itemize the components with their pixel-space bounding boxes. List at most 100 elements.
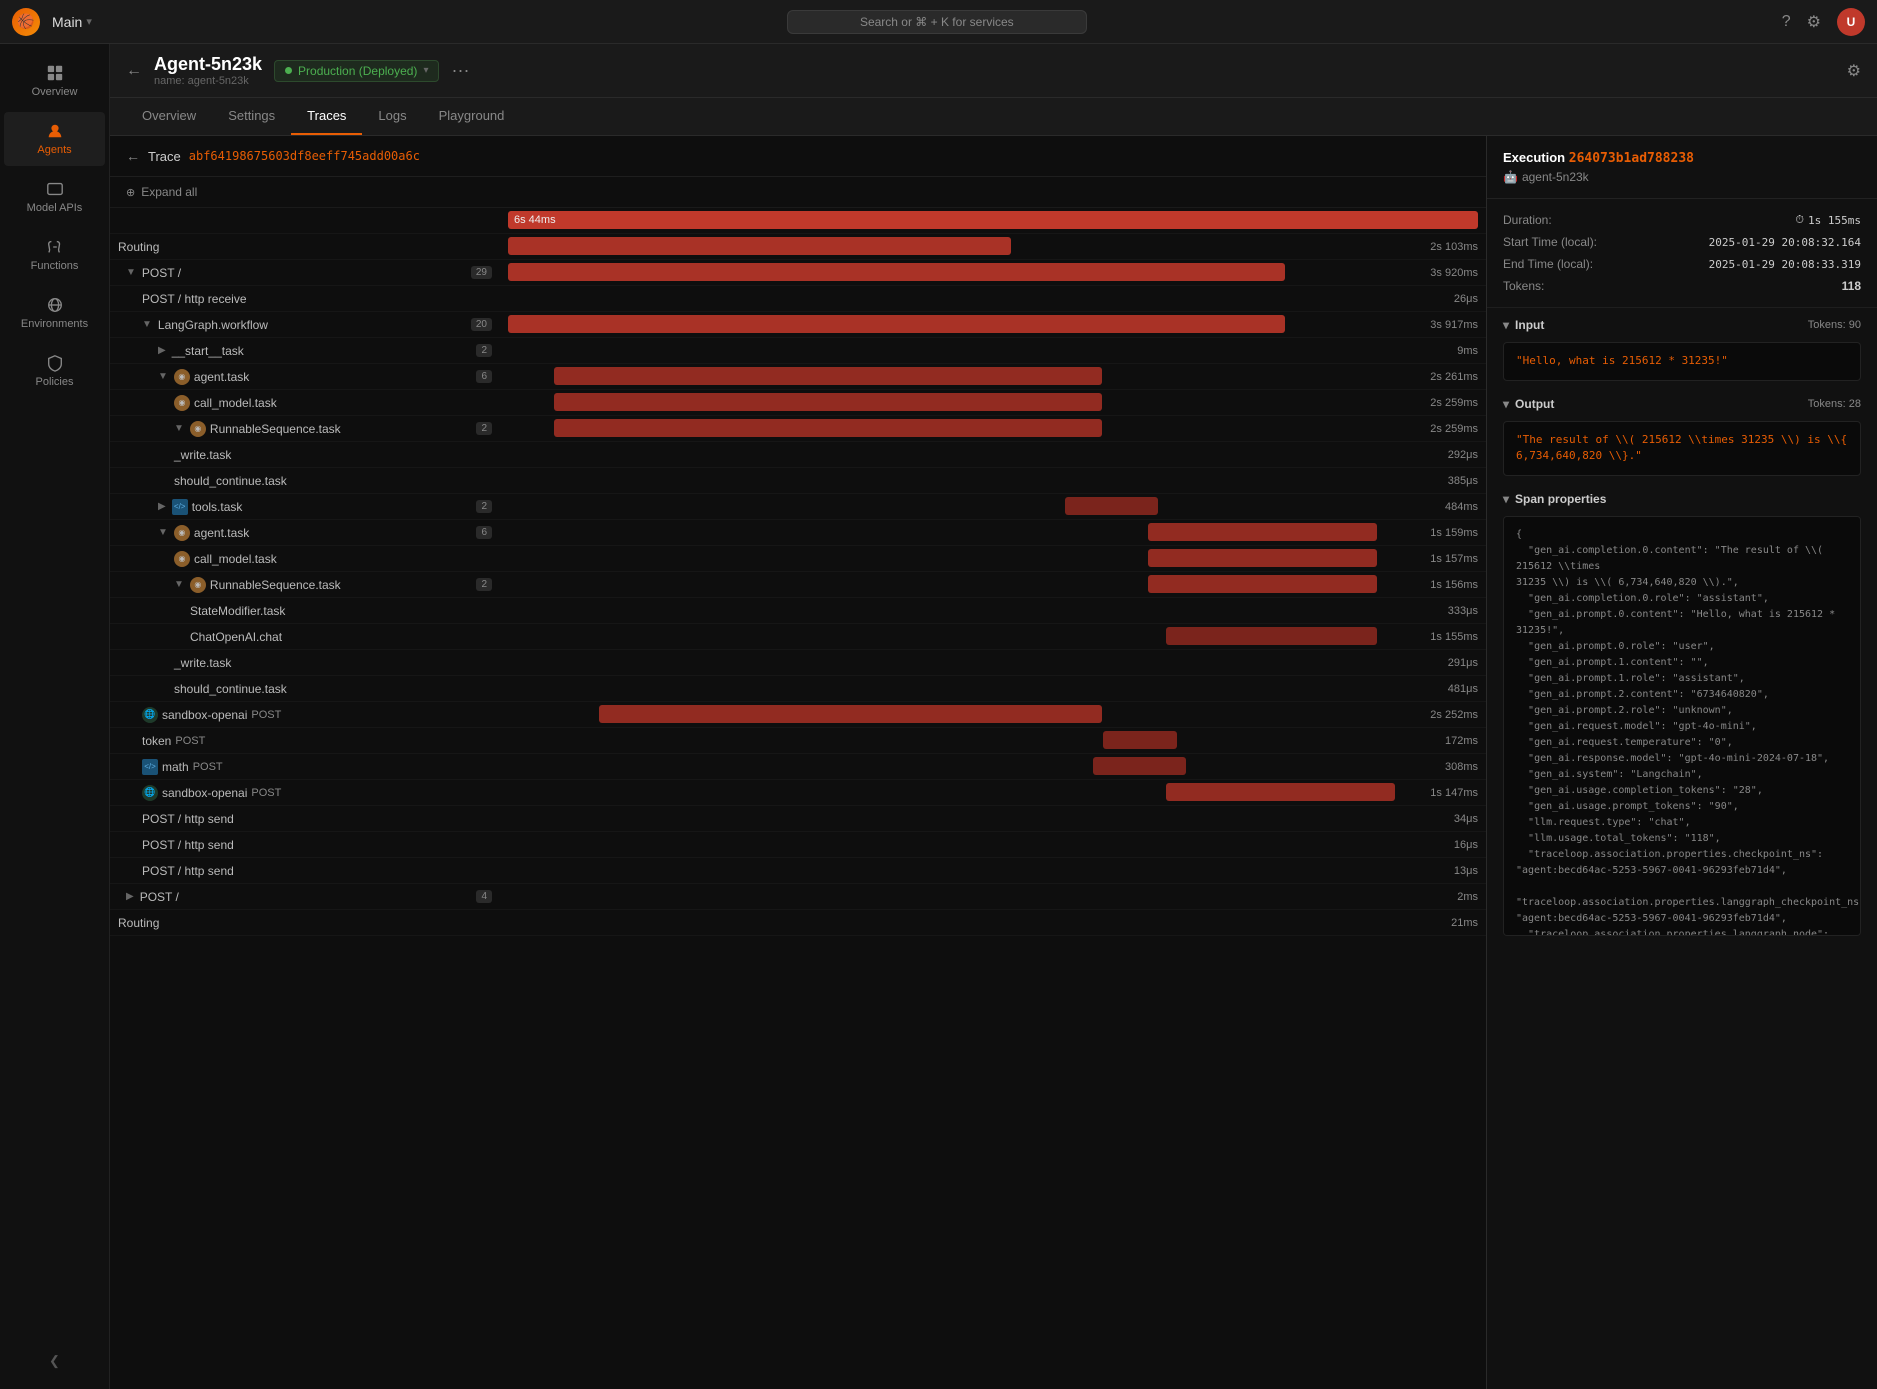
tab-logs[interactable]: Logs (362, 98, 422, 135)
row-time: 13μs (1454, 865, 1486, 877)
sidebar-item-policies[interactable]: Policies (4, 344, 105, 398)
more-options-button[interactable]: ··· (451, 60, 469, 81)
execution-id: 264073b1ad788238 (1569, 151, 1694, 166)
timeline-row[interactable]: POST / http send 16μs (110, 832, 1486, 858)
timeline-row[interactable]: ▼ ◉ RunnableSequence.task 2 2s 259ms (110, 416, 1486, 442)
timeline-row[interactable]: token POST 172ms (110, 728, 1486, 754)
task-icon: 🌐 (142, 707, 158, 723)
input-toggle[interactable]: ▾ (1503, 318, 1509, 332)
filter-button[interactable]: ⚙ (1847, 61, 1861, 81)
trace-back-button[interactable]: ← (126, 148, 140, 164)
span-props-header: ▾ Span properties (1487, 482, 1877, 510)
navbar-title[interactable]: Main ▾ (52, 14, 92, 30)
sidebar-item-agents[interactable]: Agents (4, 112, 105, 166)
expand-caret[interactable]: ▶ (158, 501, 166, 512)
timeline-row[interactable]: _write.task 292μs (110, 442, 1486, 468)
timeline-row[interactable]: 🌐 sandbox-openai POST 2s 252ms (110, 702, 1486, 728)
expand-caret[interactable]: ▼ (174, 579, 184, 590)
timeline-row[interactable]: 🌐 sandbox-openai POST 1s 147ms (110, 780, 1486, 806)
timeline-row[interactable]: Routing 2s 103ms (110, 234, 1486, 260)
search-input[interactable]: Search or ⌘ + K for services (787, 10, 1087, 34)
expand-caret[interactable]: ▼ (142, 319, 152, 330)
timeline-row[interactable]: ◉ call_model.task 1s 157ms (110, 546, 1486, 572)
expand-caret[interactable]: ▼ (174, 423, 184, 434)
timeline-row[interactable]: StateModifier.task 333μs (110, 598, 1486, 624)
expand-caret[interactable]: ▼ (126, 267, 136, 278)
sidebar-item-environments[interactable]: Environments (4, 286, 105, 340)
row-method: POST (193, 761, 223, 773)
timeline-row[interactable]: _write.task 291μs (110, 650, 1486, 676)
agents-icon (46, 122, 64, 140)
env-badge[interactable]: Production (Deployed) ▾ (274, 60, 439, 82)
row-bar (1093, 757, 1186, 775)
row-bar-area (500, 650, 1448, 675)
input-title: ▾ Input (1503, 318, 1544, 332)
nav-main-label: Main (52, 14, 82, 30)
back-button[interactable]: ← (126, 62, 142, 80)
row-name: LangGraph.workflow (158, 318, 268, 332)
tokens-row: Tokens: 118 (1503, 275, 1861, 297)
task-icon: ◉ (190, 577, 206, 593)
exec-agent-name: agent-5n23k (1522, 170, 1589, 184)
timeline-row[interactable]: POST / http send 13μs (110, 858, 1486, 884)
row-name: Routing (118, 240, 159, 254)
timeline-row[interactable]: </> math POST 308ms (110, 754, 1486, 780)
user-avatar[interactable]: U (1837, 8, 1865, 36)
overview-icon (46, 64, 64, 82)
row-label: POST / http send (110, 812, 500, 826)
agent-icon: 🤖 (1503, 170, 1518, 184)
output-toggle[interactable]: ▾ (1503, 397, 1509, 411)
expand-caret[interactable]: ▶ (126, 891, 134, 902)
timeline-row[interactable]: ◉ call_model.task 2s 259ms (110, 390, 1486, 416)
sidebar-item-model-apis[interactable]: Model APIs (4, 170, 105, 224)
span-toggle[interactable]: ▾ (1503, 492, 1509, 506)
timeline-row[interactable]: ▼ POST / 29 3s 920ms (110, 260, 1486, 286)
timeline-row[interactable]: ▼ ◉ agent.task 6 2s 261ms (110, 364, 1486, 390)
env-label: Production (Deployed) (298, 64, 417, 78)
settings-icon[interactable]: ⚙ (1807, 12, 1821, 32)
tab-playground[interactable]: Playground (423, 98, 521, 135)
sidebar-item-overview[interactable]: Overview (4, 54, 105, 108)
timeline-row[interactable]: ▼ LangGraph.workflow 20 3s 917ms (110, 312, 1486, 338)
timeline-row[interactable]: POST / http receive 26μs (110, 286, 1486, 312)
input-label: Input (1515, 318, 1544, 332)
timeline-row[interactable]: should_continue.task 481μs (110, 676, 1486, 702)
tab-overview[interactable]: Overview (126, 98, 212, 135)
row-time: 292μs (1448, 449, 1486, 461)
help-icon[interactable]: ? (1782, 13, 1791, 31)
row-name: StateModifier.task (190, 604, 285, 618)
timeline-row[interactable]: ▶ </> tools.task 2 484ms (110, 494, 1486, 520)
row-time: 26μs (1454, 293, 1486, 305)
app-logo[interactable]: 🏀 (12, 8, 40, 36)
row-label: ▶ POST / 4 (110, 890, 500, 904)
row-bar-area (500, 234, 1430, 259)
task-icon: 🌐 (142, 785, 158, 801)
timeline-row[interactable]: Routing 21ms (110, 910, 1486, 936)
timeline-row[interactable]: ▶ POST / 4 2ms (110, 884, 1486, 910)
tokens-label: Tokens: (1503, 279, 1544, 293)
sidebar-collapse-btn[interactable]: ❮ (0, 1341, 109, 1381)
input-code-block: "Hello, what is 215612 * 31235!" (1503, 342, 1861, 381)
sidebar-item-functions[interactable]: Functions (4, 228, 105, 282)
timeline-row[interactable]: ▶ __start__task 2 9ms (110, 338, 1486, 364)
row-bar-area (500, 312, 1430, 337)
logo-icon: 🏀 (17, 13, 34, 30)
tab-settings[interactable]: Settings (212, 98, 291, 135)
timeline-row[interactable]: ChatOpenAI.chat 1s 155ms (110, 624, 1486, 650)
row-bar-area (500, 754, 1445, 779)
timeline-row[interactable]: should_continue.task 385μs (110, 468, 1486, 494)
expand-caret[interactable]: ▼ (158, 527, 168, 538)
tab-traces[interactable]: Traces (291, 98, 362, 135)
expand-all-row[interactable]: ⊕ Expand all (110, 177, 1486, 208)
row-label: POST / http send (110, 864, 500, 878)
row-time: 3s 917ms (1430, 319, 1486, 331)
row-bar-area (500, 910, 1451, 935)
task-icon: ◉ (174, 369, 190, 385)
timeline-row[interactable]: ▼ ◉ agent.task 6 1s 159ms (110, 520, 1486, 546)
timeline-row[interactable]: ▼ ◉ RunnableSequence.task 2 1s 156ms (110, 572, 1486, 598)
expand-caret[interactable]: ▶ (158, 345, 166, 356)
expand-caret[interactable]: ▼ (158, 371, 168, 382)
row-bar-area (500, 390, 1430, 415)
agent-title-block: Agent-5n23k name: agent-5n23k (154, 54, 262, 87)
timeline-row[interactable]: POST / http send 34μs (110, 806, 1486, 832)
